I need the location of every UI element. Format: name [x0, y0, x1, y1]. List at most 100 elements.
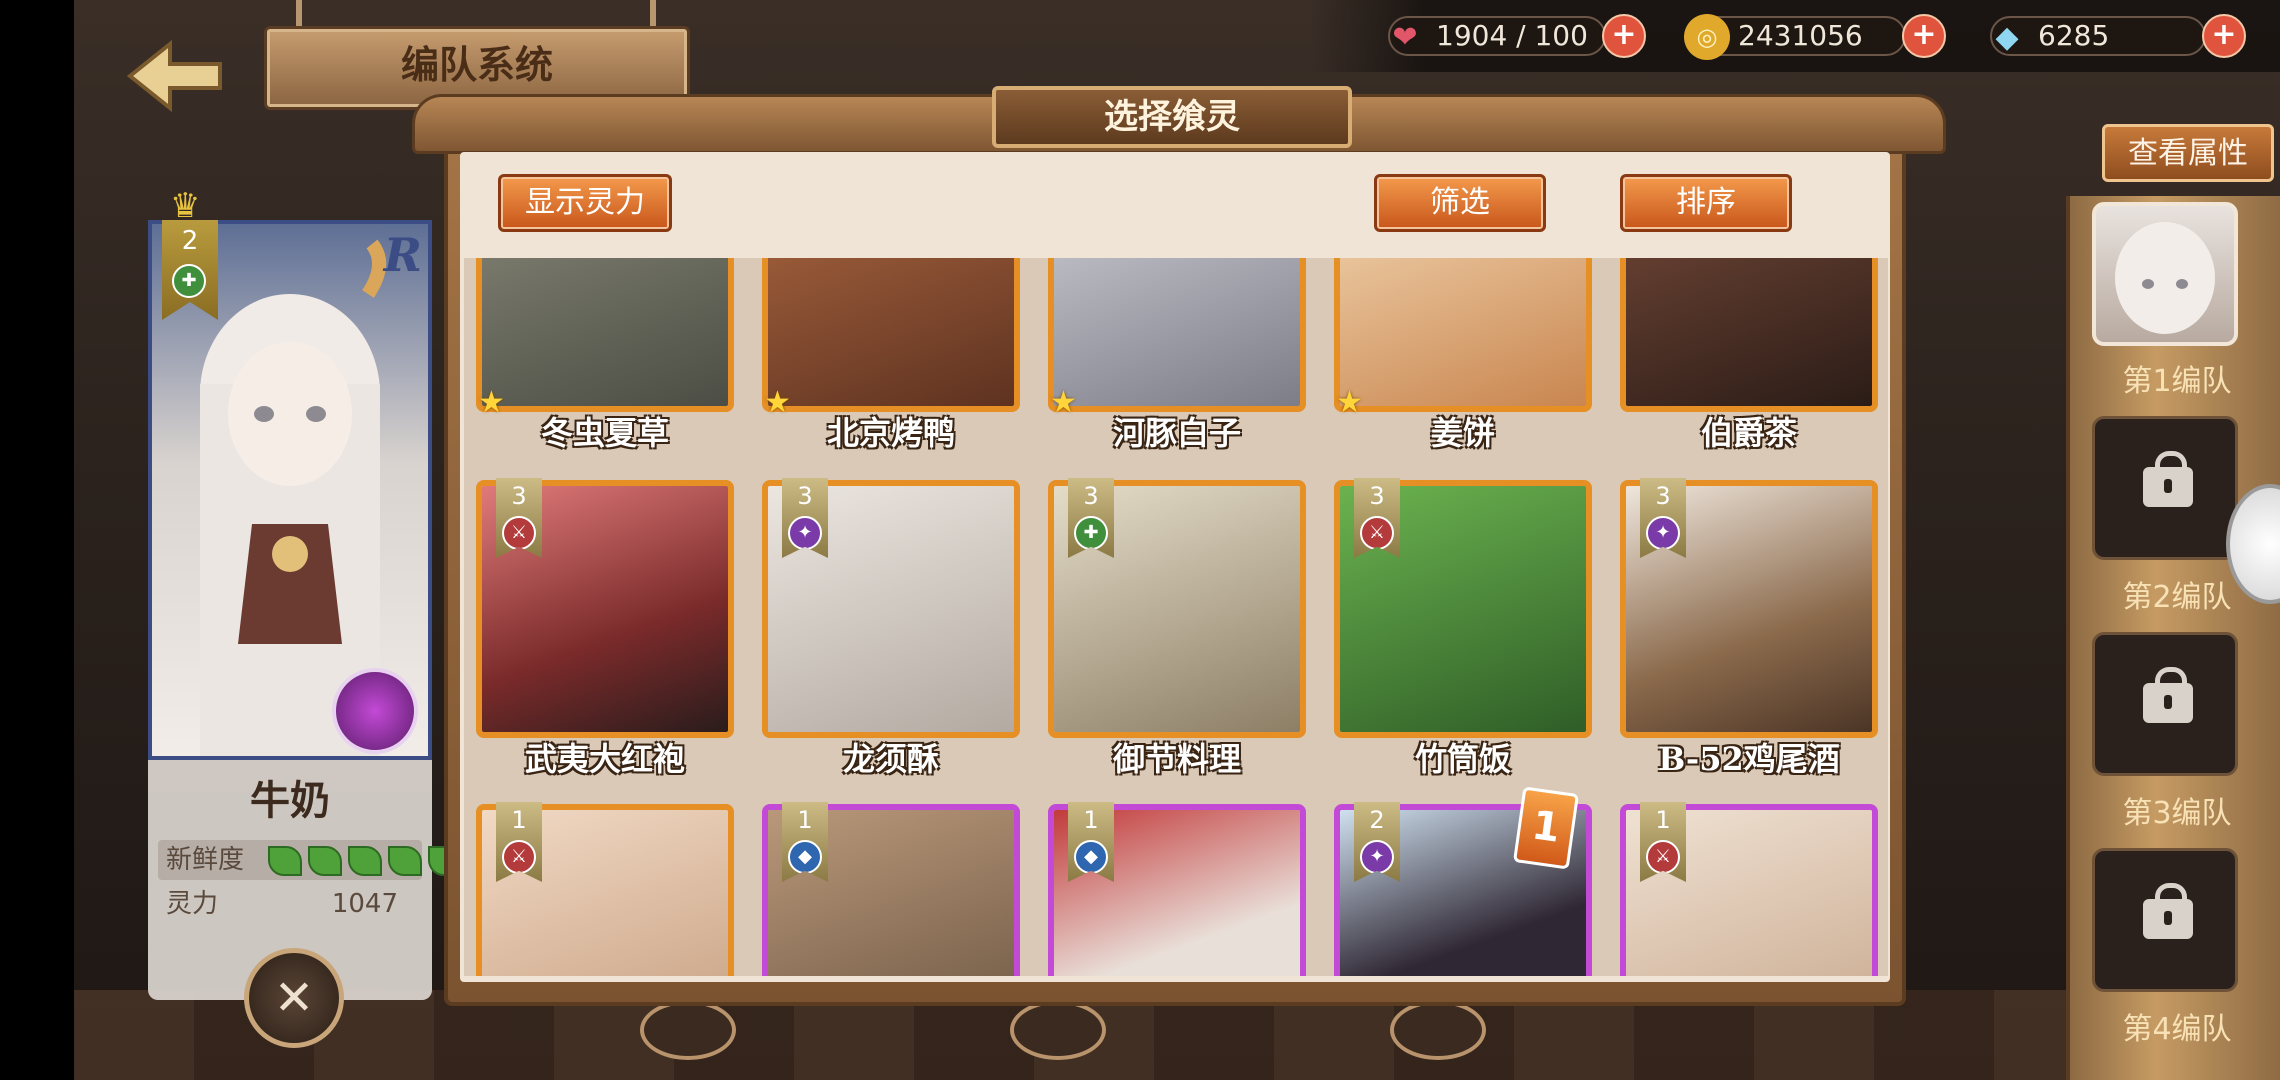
selected-character-card[interactable]: 2 ♛ ✚ R 牛奶 新鲜度 灵力 1047	[148, 186, 462, 1000]
character-card[interactable]: 3 ✦ 龙须酥	[762, 478, 1020, 778]
attack-class-icon: ⚔	[502, 516, 536, 550]
character-card[interactable]: ★ 姜饼	[1334, 258, 1592, 452]
rank-value: 2	[181, 226, 199, 256]
character-art	[1626, 258, 1872, 406]
team-label-1[interactable]: 第1编队	[2070, 356, 2280, 400]
team-panel: 第1编队 第2编队 第3编队 第4编队	[2066, 196, 2280, 1080]
level-value: 1	[797, 806, 813, 834]
team-slot-2[interactable]	[2092, 416, 2238, 560]
character-art	[1340, 258, 1586, 406]
level-value: 2	[1369, 806, 1385, 834]
show-power-button[interactable]: 显示灵力	[498, 174, 672, 232]
team-slot-1[interactable]	[2092, 202, 2238, 346]
heart-icon: ❤	[1392, 19, 1418, 55]
team-slot-3[interactable]	[2092, 632, 2238, 776]
attack-class-icon: ⚔	[1360, 516, 1394, 550]
team-label-4[interactable]: 第4编队	[2070, 1004, 2280, 1048]
team-slot-4[interactable]	[2092, 848, 2238, 992]
lock-icon	[2143, 451, 2193, 507]
add-stamina-button[interactable]: +	[1601, 14, 1646, 58]
attack-class-icon: ⚔	[1646, 840, 1680, 874]
character-card[interactable]: 1 ◆	[762, 802, 1020, 976]
skill-orb-icon[interactable]	[332, 668, 418, 754]
character-card[interactable]: 3 ⚔ 竹筒饭	[1334, 478, 1592, 778]
freshness-row: 新鲜度	[158, 840, 462, 880]
character-card[interactable]: 3 ✦ B-52鸡尾酒	[1620, 478, 1878, 778]
character-card[interactable]: 1 ⚔	[1620, 802, 1878, 976]
level-value: 1	[1655, 806, 1671, 834]
level-tag: 2 ✦	[1354, 802, 1400, 882]
character-art	[768, 258, 1014, 406]
magic-class-icon: ✦	[1360, 840, 1394, 874]
fork-knife-icon[interactable]: ✕	[244, 948, 344, 1048]
character-card[interactable]: 伯爵茶	[1620, 258, 1878, 452]
character-grid: ★ 冬虫夏草 ★ 北京烤鸭 ★ 河豚白子 ★ 姜饼 伯爵茶 3⚔ 武夷大红袍	[464, 258, 1888, 976]
modal-title: 选择飨灵	[992, 86, 1352, 148]
slot-circle[interactable]	[1010, 1000, 1106, 1060]
level-tag: 1 ◆	[782, 802, 828, 882]
character-card[interactable]: ★ 冬虫夏草	[476, 258, 734, 452]
character-name: 御节料理	[1112, 740, 1241, 778]
leaf-icon	[268, 846, 302, 876]
crystal-icon: ◆	[1995, 19, 2019, 55]
add-crystal-button[interactable]: +	[2202, 14, 2246, 58]
add-gold-button[interactable]: +	[1902, 14, 1946, 58]
slot-circle[interactable]	[1390, 1000, 1486, 1060]
character-name: B-52鸡尾酒	[1658, 740, 1840, 778]
level-tag: 1 ⚔	[496, 802, 542, 882]
attack-class-icon: ⚔	[502, 840, 536, 874]
power-value: 1047	[331, 889, 398, 919]
level-value: 3	[1369, 482, 1385, 510]
back-arrow-icon[interactable]	[120, 36, 230, 116]
character-card[interactable]: 3 ✚ 御节料理	[1048, 478, 1306, 778]
select-character-modal: 选择飨灵 显示灵力 筛选 排序 ★ 冬虫夏草 ★ 北京烤鸭 ★ 河豚白子 ★ 姜…	[412, 86, 1946, 1006]
defense-class-icon: ◆	[788, 840, 822, 874]
magic-class-icon: ✦	[788, 516, 822, 550]
character-card[interactable]: 1 ⚔	[476, 802, 734, 976]
level-tag: 1 ◆	[1068, 802, 1114, 882]
power-label: 灵力	[166, 889, 219, 919]
stamina-resource: ❤ 1904 / 100 +	[1388, 14, 1646, 58]
character-name: 姜饼	[1430, 414, 1495, 452]
level-tag: 1 ⚔	[1640, 802, 1686, 882]
level-value: 1	[511, 806, 527, 834]
character-art	[1054, 258, 1300, 406]
character-card[interactable]: 1 ◆	[1048, 802, 1306, 976]
character-card[interactable]: ★ 北京烤鸭	[762, 258, 1020, 452]
defense-class-icon: ◆	[1074, 840, 1108, 874]
character-art	[482, 258, 728, 406]
card-badge: 1	[1512, 786, 1580, 870]
device-edge	[0, 0, 74, 1080]
character-name: 牛奶	[250, 777, 330, 824]
leaf-icon	[348, 846, 382, 876]
magic-class-icon: ✦	[1646, 516, 1680, 550]
crystal-resource: ◆ 6285 +	[1990, 14, 2246, 58]
character-name: 河豚白子	[1112, 414, 1241, 452]
character-card[interactable]: ★ 河豚白子	[1048, 258, 1306, 452]
level-tag: 3 ✦	[782, 478, 828, 558]
character-name: 武夷大红袍	[524, 740, 685, 778]
gold-coin-icon: ◎	[1684, 14, 1730, 60]
lock-icon	[2143, 883, 2193, 939]
view-attributes-button[interactable]: 查看属性	[2102, 124, 2274, 182]
character-card[interactable]: 3 ⚔ 武夷大红袍	[476, 478, 734, 778]
level-value: 1	[1083, 806, 1099, 834]
character-name: 竹筒饭	[1414, 740, 1511, 778]
leaf-icon	[308, 846, 342, 876]
level-tag: 3 ✚	[1068, 478, 1114, 558]
team-label-3[interactable]: 第3编队	[2070, 788, 2280, 832]
level-value: 3	[1083, 482, 1099, 510]
character-name: 冬虫夏草	[540, 414, 669, 452]
rank-badge: 2 ♛ ✚	[160, 186, 218, 340]
level-tag: 3 ⚔	[496, 478, 542, 558]
level-value: 3	[797, 482, 813, 510]
character-card[interactable]: 2 ✦ 1	[1334, 786, 1592, 976]
character-name: 伯爵茶	[1700, 414, 1797, 452]
filter-button[interactable]: 筛选	[1374, 174, 1546, 232]
gold-resource: ◎ 2431056 +	[1684, 14, 1946, 60]
sort-button[interactable]: 排序	[1620, 174, 1792, 232]
freshness-label: 新鲜度	[166, 845, 245, 875]
slot-circle[interactable]	[640, 1000, 736, 1060]
level-value: 3	[1655, 482, 1671, 510]
lock-icon	[2143, 667, 2193, 723]
